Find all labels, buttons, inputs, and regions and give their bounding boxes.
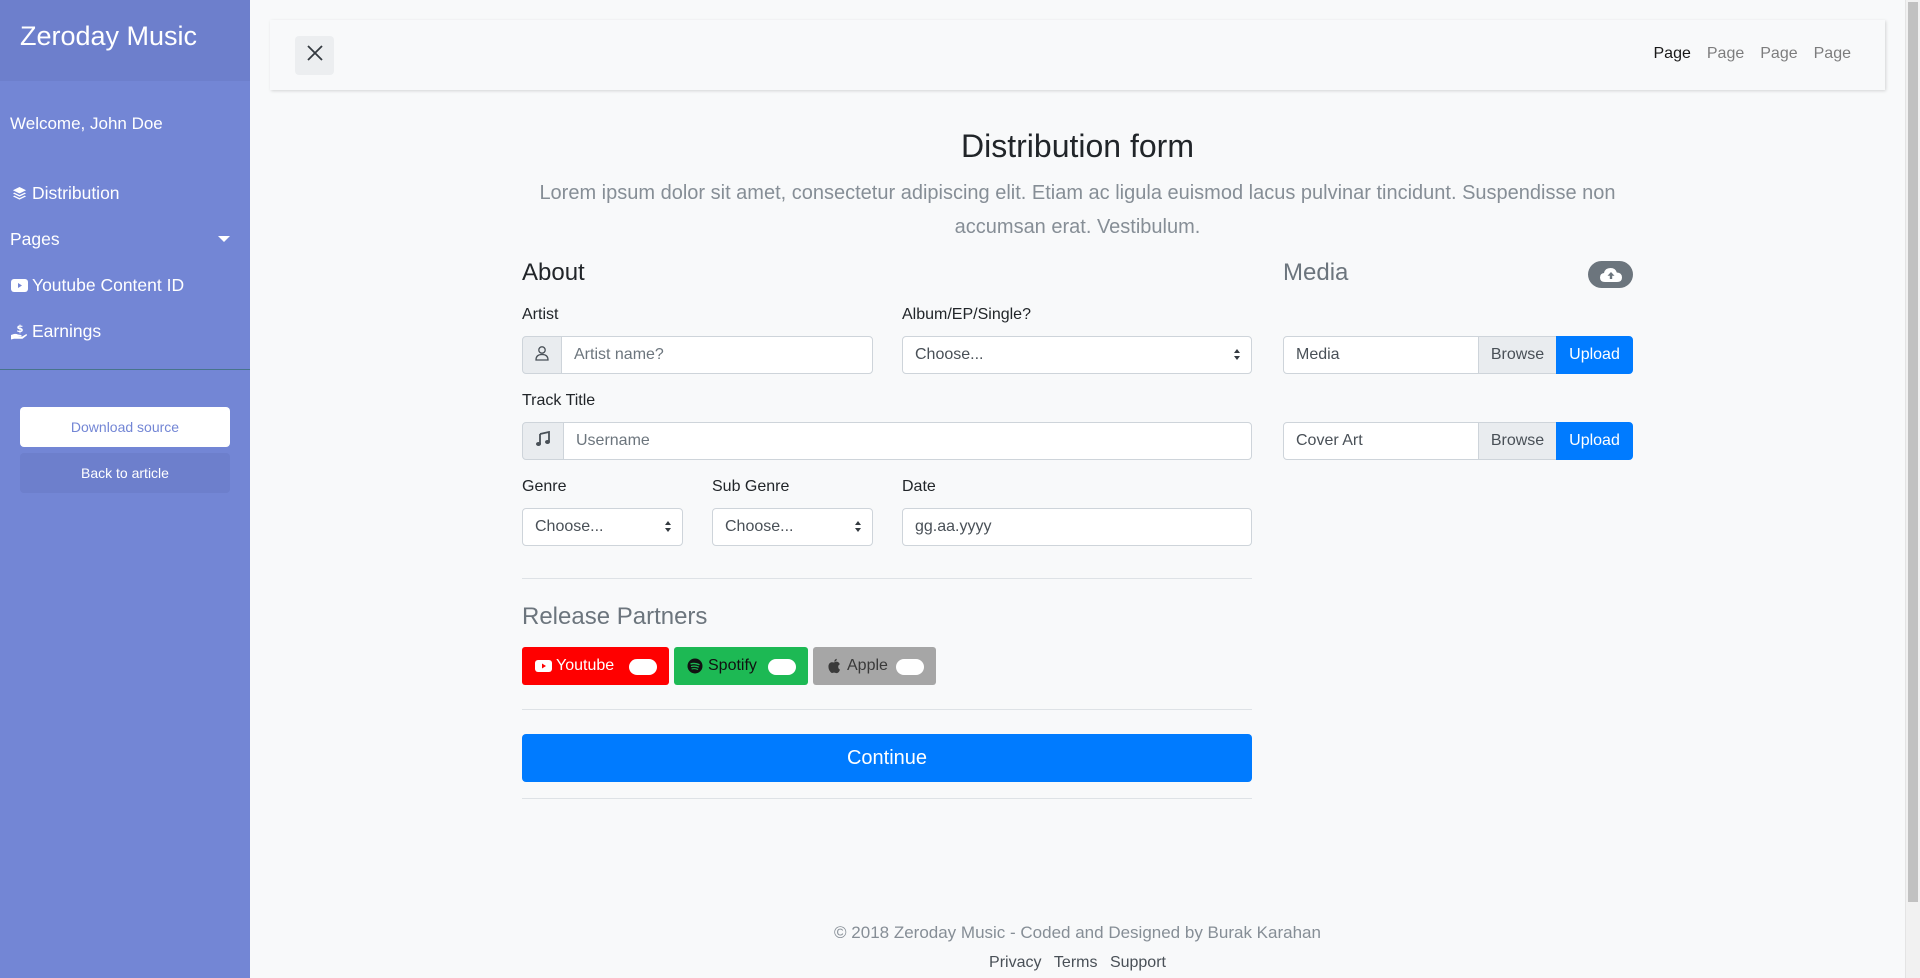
date-input[interactable]: gg.aa.yyyy <box>902 508 1252 546</box>
page-title: Distribution form <box>961 128 1194 164</box>
close-icon <box>306 44 324 67</box>
hand-holding-usd-icon: $ <box>10 322 28 340</box>
youtube-icon <box>10 276 28 294</box>
download-source-button[interactable]: Download source <box>20 407 230 447</box>
partner-label: Apple <box>847 657 888 674</box>
track-title-addon <box>522 422 564 460</box>
layers-icon <box>10 184 28 202</box>
svg-text:$: $ <box>17 324 24 335</box>
about-heading: About <box>522 259 585 286</box>
toggle-switch[interactable] <box>896 659 924 675</box>
divider <box>522 578 1252 579</box>
release-partners-heading: Release Partners <box>522 603 708 630</box>
artist-label: Artist <box>522 306 559 323</box>
media-browse-button[interactable]: Browse <box>1478 336 1557 374</box>
scrollbar-thumb[interactable] <box>1908 2 1918 902</box>
sidebar-item-youtube-content-id[interactable]: Youtube Content ID <box>0 262 250 308</box>
nav-link-page-2[interactable]: Page <box>1707 45 1744 63</box>
partner-label: Youtube <box>556 657 615 674</box>
sub-genre-select[interactable]: Choose... <box>712 508 873 546</box>
page-scrollbar[interactable] <box>1905 0 1920 978</box>
spotify-icon <box>686 658 704 674</box>
cover-art-browse-button[interactable]: Browse <box>1478 422 1557 460</box>
sub-genre-select-value: Choose... <box>725 518 794 535</box>
sidebar-item-label: Earnings <box>32 320 102 341</box>
nav-link-page-3[interactable]: Page <box>1760 45 1797 63</box>
footer-link-support[interactable]: Support <box>1110 954 1166 971</box>
app-title[interactable]: Zeroday Music <box>20 20 230 52</box>
sidebar-toggle-button[interactable] <box>295 36 334 75</box>
cloud-upload-icon[interactable] <box>1588 261 1633 288</box>
footer-link-terms[interactable]: Terms <box>1054 954 1098 971</box>
genre-select[interactable]: Choose... <box>522 508 683 546</box>
media-file-input[interactable]: Media <box>1283 336 1479 374</box>
artist-input[interactable]: Artist name? <box>561 336 873 374</box>
sidebar-item-label: Distribution <box>32 182 120 203</box>
sidebar: Zeroday Music Welcome, John Doe Distribu… <box>0 0 250 978</box>
track-title-label: Track Title <box>522 392 596 409</box>
welcome-text: Welcome, John Doe <box>10 114 163 133</box>
album-label: Album/EP/Single? <box>902 306 1031 323</box>
caret-down-icon <box>218 236 230 242</box>
genre-select-value: Choose... <box>535 518 604 535</box>
media-upload-button[interactable]: Upload <box>1556 336 1633 374</box>
apple-icon <box>825 658 843 674</box>
genre-label: Genre <box>522 478 567 495</box>
media-heading: Media <box>1283 259 1349 286</box>
partner-toggle-apple[interactable]: Apple <box>813 647 936 685</box>
album-select-value: Choose... <box>915 346 984 363</box>
sidebar-item-pages[interactable]: Pages <box>0 216 250 262</box>
toggle-switch[interactable] <box>629 659 657 675</box>
artist-addon <box>522 336 562 374</box>
partner-toggle-youtube[interactable]: Youtube <box>522 647 669 685</box>
sidebar-header: Zeroday Music <box>0 0 250 81</box>
top-nav-links: Page Page Page Page <box>1654 45 1852 63</box>
divider <box>522 709 1252 710</box>
footer-links: Privacy Terms Support <box>250 954 1905 972</box>
continue-button[interactable]: Continue <box>522 734 1252 782</box>
sub-genre-label: Sub Genre <box>712 478 790 495</box>
page-lead: Lorem ipsum dolor sit amet, consectetur … <box>539 182 1616 238</box>
youtube-icon <box>534 658 552 674</box>
album-select[interactable]: Choose... <box>902 336 1252 374</box>
footer-link-privacy[interactable]: Privacy <box>989 954 1041 971</box>
select-arrows-icon <box>664 521 672 535</box>
select-arrows-icon <box>1233 349 1241 363</box>
toggle-switch[interactable] <box>768 659 796 675</box>
select-arrows-icon <box>854 521 862 535</box>
sidebar-item-label: Pages <box>10 228 60 249</box>
back-to-article-button[interactable]: Back to article <box>20 453 230 493</box>
cover-art-upload-button[interactable]: Upload <box>1556 422 1633 460</box>
user-icon <box>534 345 550 366</box>
sidebar-item-distribution[interactable]: Distribution <box>0 170 250 216</box>
music-icon <box>535 430 551 452</box>
sidebar-item-label: Youtube Content ID <box>32 274 185 295</box>
nav-link-page-4[interactable]: Page <box>1814 45 1851 63</box>
partner-label: Spotify <box>708 657 757 674</box>
sidebar-nav: Distribution Pages Youtube Content ID $ … <box>0 170 250 354</box>
partner-toggle-spotify[interactable]: Spotify <box>674 647 808 685</box>
cover-art-file-input[interactable]: Cover Art <box>1283 422 1479 460</box>
sidebar-item-earnings[interactable]: $ Earnings <box>0 308 250 354</box>
date-label: Date <box>902 478 936 495</box>
nav-link-page-1[interactable]: Page <box>1654 45 1691 63</box>
divider <box>522 798 1252 799</box>
sidebar-divider <box>0 369 250 370</box>
footer-copyright: © 2018 Zeroday Music - Coded and Designe… <box>834 923 1321 942</box>
top-navbar: Page Page Page Page <box>270 20 1885 90</box>
track-title-input[interactable]: Username <box>563 422 1252 460</box>
